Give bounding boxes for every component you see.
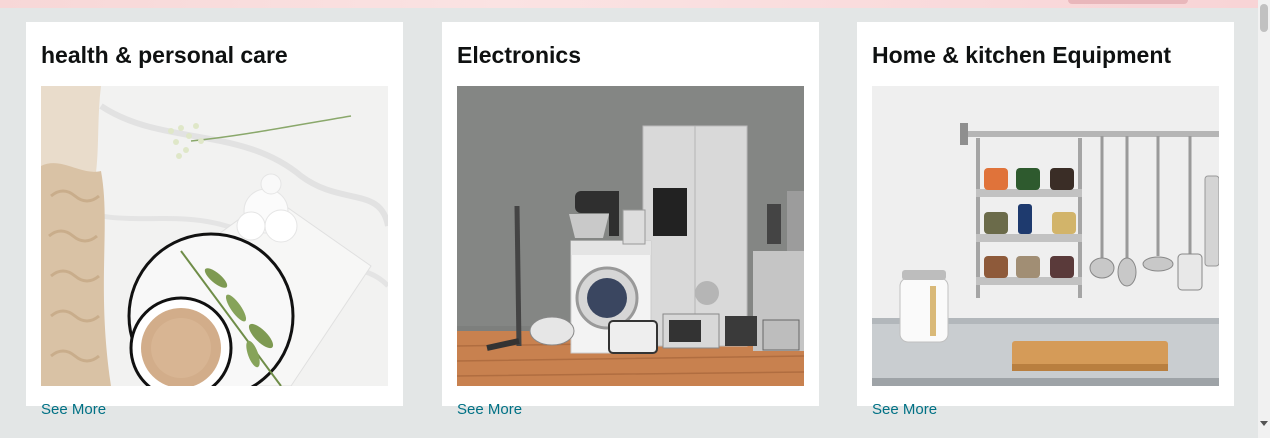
appliances-image xyxy=(457,86,804,386)
page: health & personal care See More Electron… xyxy=(0,0,1270,438)
see-more-link[interactable]: See More xyxy=(41,401,106,418)
card-image[interactable] xyxy=(872,86,1219,386)
card-health-personal-care: health & personal care See More xyxy=(26,22,403,418)
card-image[interactable] xyxy=(41,86,388,386)
card-title: health & personal care xyxy=(41,42,288,68)
banner-edge xyxy=(1068,0,1188,4)
scroll-down-arrow-icon[interactable] xyxy=(1260,421,1268,426)
card-title: Electronics xyxy=(457,42,581,68)
kitchen-rack-image xyxy=(872,86,1219,386)
see-more-link[interactable]: See More xyxy=(872,401,937,418)
top-banner xyxy=(0,0,1258,8)
card-home-kitchen-equipment: Home & kitchen Equipment See More xyxy=(857,22,1234,418)
card-electronics: Electronics See More xyxy=(442,22,819,418)
see-more-link[interactable]: See More xyxy=(457,401,522,418)
scrollbar-thumb[interactable] xyxy=(1260,4,1268,32)
vertical-scrollbar[interactable] xyxy=(1258,0,1270,438)
card-image[interactable] xyxy=(457,86,804,386)
coffee-towels-image xyxy=(41,86,388,386)
card-title: Home & kitchen Equipment xyxy=(872,42,1172,68)
